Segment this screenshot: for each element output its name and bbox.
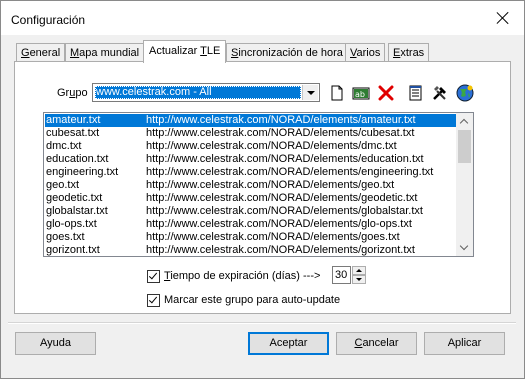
- list-item[interactable]: education.txt http://www.celestrak.com/NO…: [45, 153, 458, 166]
- title-bar: Configuración: [1, 1, 524, 35]
- tle-file-name: gorizont.txt: [46, 244, 100, 256]
- delete-icon[interactable]: [376, 83, 396, 103]
- list-item[interactable]: dmc.txt http://www.celestrak.com/NORAD/el…: [45, 140, 458, 153]
- tle-file-url: http://www.celestrak.com/NORAD/elements/…: [146, 166, 434, 178]
- tab-world-map[interactable]: Mapa mundial: [65, 43, 145, 61]
- tle-file-name: globalstar.txt: [46, 205, 108, 217]
- tle-file-name: dmc.txt: [46, 140, 82, 152]
- chevron-down-icon[interactable]: [302, 85, 318, 100]
- close-icon[interactable]: [496, 11, 510, 25]
- list-item[interactable]: glo-ops.txt http://www.celestrak.com/NORA…: [45, 218, 458, 231]
- help-button[interactable]: Ayuda: [15, 332, 96, 355]
- tle-file-url: http://www.celestrak.com/NORAD/elements/…: [146, 179, 395, 191]
- accept-button[interactable]: Aceptar: [248, 332, 329, 355]
- tle-file-name: education.txt: [46, 153, 109, 165]
- spin-up-icon[interactable]: [352, 266, 366, 275]
- tle-file-url: http://www.celestrak.com/NORAD/elements/…: [146, 244, 415, 256]
- expiry-checkbox[interactable]: [147, 270, 160, 283]
- apply-button[interactable]: Aplicar: [424, 332, 505, 355]
- scroll-up-icon[interactable]: [456, 113, 473, 130]
- tab-misc[interactable]: Varios: [345, 43, 386, 61]
- checkmark-icon: [148, 270, 158, 280]
- spin-down-icon[interactable]: [352, 275, 366, 284]
- tle-file-name: glo-ops.txt: [46, 218, 97, 230]
- list-item[interactable]: goes.txt http://www.celestrak.com/NORAD/e…: [45, 231, 458, 244]
- tle-url-list[interactable]: amateur.txt http://www.celestrak.com/NORA…: [43, 112, 474, 257]
- expiry-days-input[interactable]: 30: [332, 266, 351, 284]
- update-globe-icon[interactable]: [455, 83, 475, 103]
- group-label: Grupo: [57, 87, 88, 99]
- cancel-button[interactable]: Cancelar: [336, 332, 417, 355]
- tab-general[interactable]: General: [16, 43, 66, 61]
- tle-file-name: geodetic.txt: [46, 192, 103, 204]
- scroll-thumb[interactable]: [458, 130, 471, 163]
- tle-file-name: goes.txt: [46, 231, 85, 243]
- divider: [8, 322, 516, 324]
- scroll-down-icon[interactable]: [456, 239, 473, 256]
- list-scrollbar[interactable]: [456, 113, 473, 256]
- list-item[interactable]: engineering.txt http://www.celestrak.com/…: [45, 166, 458, 179]
- tle-file-name: cubesat.txt: [46, 127, 100, 139]
- tle-file-url: http://www.celestrak.com/NORAD/elements/…: [146, 140, 397, 152]
- tle-file-url: http://www.celestrak.com/NORAD/elements/…: [146, 205, 423, 217]
- tle-file-url: http://www.celestrak.com/NORAD/elements/…: [146, 218, 412, 230]
- autoupdate-label: Marcar este grupo para auto-update: [164, 294, 341, 306]
- rename-icon[interactable]: ab: [351, 83, 371, 103]
- list-item[interactable]: geo.txt http://www.celestrak.com/NORAD/el…: [45, 179, 458, 192]
- tle-file-url: http://www.celestrak.com/NORAD/elements/…: [146, 114, 416, 126]
- new-file-icon[interactable]: [327, 83, 347, 103]
- group-select[interactable]: www.celestrak.com - All: [92, 83, 320, 102]
- expiry-label: Tiempo de expiración (días) --->: [164, 270, 321, 282]
- tle-file-name: amateur.txt: [46, 114, 101, 126]
- tle-file-url: http://www.celestrak.com/NORAD/elements/…: [146, 192, 418, 204]
- tle-file-name: engineering.txt: [46, 166, 119, 178]
- checkmark-icon: [148, 294, 158, 304]
- list-item[interactable]: gorizont.txt http://www.celestrak.com/NOR…: [45, 244, 458, 256]
- tle-file-url: http://www.celestrak.com/NORAD/elements/…: [146, 231, 400, 243]
- tle-file-name: geo.txt: [46, 179, 80, 191]
- list-item[interactable]: amateur.txt http://www.celestrak.com/NORA…: [45, 114, 458, 127]
- tab-time-sync[interactable]: Sincronización de hora: [226, 43, 348, 61]
- svg-text:ab: ab: [355, 90, 365, 99]
- autoupdate-checkbox[interactable]: [147, 294, 160, 307]
- list-item[interactable]: geodetic.txt http://www.celestrak.com/NOR…: [45, 192, 458, 205]
- list-item[interactable]: cubesat.txt http://www.celestrak.com/NORA…: [45, 127, 458, 140]
- tools-icon[interactable]: [430, 83, 450, 103]
- list-item[interactable]: globalstar.txt http://www.celestrak.com/N…: [45, 205, 458, 218]
- tab-extras[interactable]: Extras: [388, 43, 430, 61]
- notepad-icon[interactable]: [405, 83, 425, 103]
- tab-update-tle[interactable]: Actualizar TLE: [143, 40, 227, 63]
- group-select-value: www.celestrak.com - All: [95, 86, 301, 99]
- window-title: Configuración: [11, 13, 86, 27]
- tle-file-url: http://www.celestrak.com/NORAD/elements/…: [146, 153, 424, 165]
- expiry-spinner[interactable]: [352, 266, 366, 284]
- tle-file-url: http://www.celestrak.com/NORAD/elements/…: [146, 127, 415, 139]
